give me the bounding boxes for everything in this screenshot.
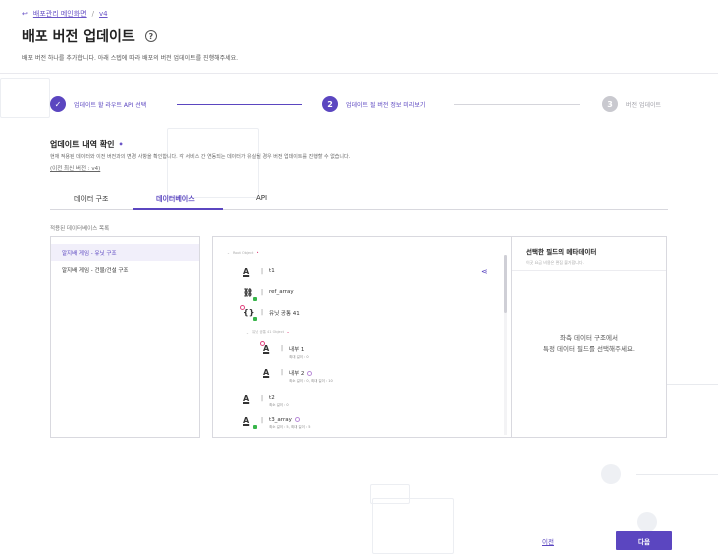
breadcrumb-home-link[interactable]: 배포관리 메인화면 [33,9,87,19]
db-list-panel: 알지배 게임 - 유닛 구조 알지배 게임 - 건물/건설 구조 [50,236,200,438]
step-1-label: 업데이트 할 라우트 API 선택 [74,101,147,109]
text-field-icon: A [260,341,275,355]
field-name-text: 내부 2 [289,371,305,377]
stepper: ✓ 업데이트 할 라우트 API 선택 2 업데이트 될 버전 정보 미리보기 … [50,96,670,114]
field-name: t3_array [269,417,310,423]
field-row[interactable]: {} | 유닛 공통 41 [240,305,300,321]
field-row[interactable]: A | 내부 1 최대 길이 : 0 [260,341,309,360]
step-2: 2 업데이트 될 버전 정보 미리보기 [322,96,425,112]
breadcrumb: ↩ 배포관리 메인화면 / v4 [22,9,108,19]
field-name: 내부 1 [289,347,305,353]
field-separator: | [261,268,264,275]
page-title: 배포 버전 업데이트 ? [22,26,157,46]
tab-database[interactable]: 데이터베이스 [156,194,195,204]
tab-bar: 데이터 구조 데이터베이스 API [50,190,668,210]
background-line [636,474,718,475]
step-connector [454,104,580,105]
text-field-icon: A [243,394,250,403]
background-circle [601,464,621,484]
field-meta: 최소 길이 : 5, 최대 길이 : 5 [269,425,311,429]
field-name: t2 [269,395,275,401]
field-name: t1 [269,268,275,274]
db-list-item[interactable]: 알지배 게임 - 유닛 구조 [51,244,199,261]
share-icon[interactable]: ⋖ [481,267,488,276]
step-1: ✓ 업데이트 할 라우트 API 선택 [50,96,146,112]
breadcrumb-current-link[interactable]: v4 [99,10,108,18]
field-row[interactable]: A | t1 [243,267,275,278]
object-icon: {} [240,305,257,321]
text-field-icon: A [243,267,250,276]
step-connector [177,104,302,105]
step-2-number: 2 [322,96,338,112]
prev-button[interactable]: 이전 [542,536,554,546]
section-title-text: 업데이트 내역 확인 [50,140,115,149]
field-separator: | [261,395,264,402]
back-arrow-icon[interactable]: ↩ [22,10,28,18]
tab-data-structure[interactable]: 데이터 구조 [74,194,108,204]
tab-api[interactable]: API [256,194,267,202]
metadata-panel-subtitle: 이곳 요금 비용은 편집 불가합니다. [526,260,584,265]
background-decoration [372,498,454,554]
required-dot: • [287,330,290,335]
next-button[interactable]: 다음 [616,531,672,550]
step-3-number: 3 [602,96,618,112]
help-icon[interactable]: ? [144,30,157,42]
page-title-text: 배포 버전 업데이트 [22,29,135,45]
field-name: 유닛 공통 41 [269,311,300,317]
metadata-empty-state: 좌측 데이터 구조에서 특정 데이터 필드를 선택해주세요. [512,333,666,355]
metadata-panel: 선택한 필드의 메타데이터 이곳 요금 비용은 편집 불가합니다. 좌측 데이터… [512,236,667,438]
active-tab-indicator [133,208,223,210]
required-dot: • [118,140,124,149]
step-2-label: 업데이트 될 버전 정보 미리보기 [346,101,426,109]
field-separator: | [261,309,264,316]
link-icon: ⛓ [243,288,257,301]
field-name: ref_array [269,289,294,295]
page-description: 배포 버전 하나를 추가합니다. 아래 스텝에 따라 배포의 버전 업데이트를 … [22,55,239,62]
field-separator: | [261,417,264,424]
divider [0,73,718,74]
tree-root[interactable]: ⌄ Root Object • [227,250,259,255]
text-field-icon: A [243,416,257,429]
background-decoration [0,78,50,118]
prev-version-link[interactable]: (이전 최신 버전 : v4) [50,164,100,172]
tag-icon [294,417,300,422]
step-3-label: 버전 업데이트 [626,101,662,109]
section-description: 현재 적용된 데이터와 이전 버전과의 변경 사항을 확인합니다. 각 서비스 … [50,154,351,160]
step-3: 3 버전 업데이트 [602,96,661,112]
field-name: 내부 2 [289,369,333,377]
field-tree-panel: ⌄ Root Object • A | t1 ⋖ ⛓ | ref_array {… [212,236,512,438]
field-meta: 최대 길이 : 0 [289,355,309,359]
background-decoration [167,128,259,198]
db-list-item[interactable]: 알지배 게임 - 건물/건설 구조 [51,261,199,278]
field-separator: | [281,369,284,376]
field-row[interactable]: ⛓ | ref_array [243,288,294,301]
section-title: 업데이트 내역 확인 • [50,139,124,150]
field-row[interactable]: A | t3_array 최소 길이 : 5, 최대 길이 : 5 [243,416,311,430]
metadata-panel-title: 선택한 필드의 메타데이터 [526,248,597,256]
check-icon: ✓ [50,96,66,112]
field-separator: | [261,289,264,296]
scrollbar-thumb[interactable] [504,255,507,313]
empty-state-line: 좌측 데이터 구조에서 [560,334,618,342]
chevron-down-icon[interactable]: ⌄ [246,331,249,335]
required-dot: • [256,250,259,255]
field-row[interactable]: A | 내부 2 최소 길이 : 0, 최대 길이 : 10 [263,368,333,384]
sub-group-header[interactable]: ⌄ 유닛 공통 41 Object • [246,330,289,335]
db-list-label: 적용된 데이터베이스 목록 [50,226,110,232]
field-row[interactable]: A | t2 최소 길이 : 0 [243,394,289,408]
field-meta: 최소 길이 : 0 [269,403,289,407]
tag-icon [307,371,313,376]
field-separator: | [281,345,284,352]
chevron-down-icon[interactable]: ⌄ [227,251,230,255]
text-field-icon: A [263,368,270,377]
field-meta: 최소 길이 : 0, 최대 길이 : 10 [289,379,333,383]
breadcrumb-separator: / [91,10,94,18]
field-name-text: t3_array [269,417,292,423]
background-circle [637,512,657,532]
tree-root-label: Root Object [232,250,254,255]
divider [512,270,666,271]
sub-group-label: 유닛 공통 41 Object [251,330,285,334]
empty-state-line: 특정 데이터 필드를 선택해주세요. [543,345,635,353]
